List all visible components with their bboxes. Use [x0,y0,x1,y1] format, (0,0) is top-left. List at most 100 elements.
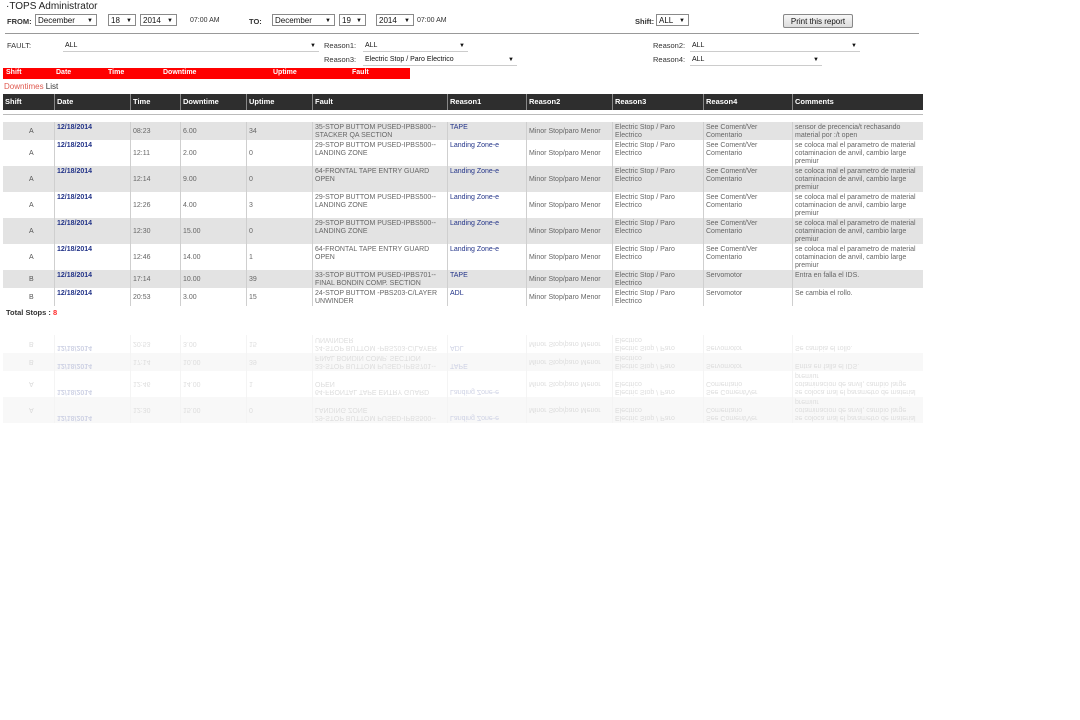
cell-downtime: 10.00 [180,270,246,288]
table-row[interactable]: A 12/18/2014 08:23 6.00 34 35-STOP BUTTOM PUS… [3,122,923,140]
cell-fault: 33-STOP BUTTOM PUSED-IPBS701--FINAL BOND… [312,270,447,288]
cell-date: 12/18/2014 [54,397,130,423]
cell-downtime: 15.00 [180,218,246,244]
cell-comments: se coloca mal el parametro de material c… [792,166,923,192]
cell-shift: A [29,254,34,261]
table-row[interactable]: B 12/18/2014 20:53 3.00 15 24-STOP BUTTOM -PB… [3,288,923,306]
cell-reason1: Landing Zone-e [447,397,526,423]
cell-reason4: Servomotor [703,288,792,306]
cell-uptime: 15 [246,335,312,353]
chevron-down-icon: ▼ [167,18,173,24]
table-row: A 12/18/2014 12:30 15.00 0 29-STOP BUTTOM PUS… [3,397,923,423]
table-row[interactable]: A 12/18/2014 12:26 4.00 3 29-STOP BUTTOM PUSE… [3,192,923,218]
cell-comments: se coloca mal el parametro de material c… [792,140,923,166]
cell-shift: A [29,150,34,157]
cell-reason3: Electric Stop / Paro Electrico [612,122,703,140]
reason1-select[interactable]: ALL ▼ [363,40,468,52]
downtimes-list-title: Downtimes List [4,82,58,91]
fault-select[interactable]: ALL ▼ [63,40,319,52]
chevron-down-icon: ▼ [404,18,410,24]
cell-downtime: 2.00 [180,140,246,166]
reflection-content: A12/18/201408:236.003435-STOP BUTTOM PUS… [0,323,930,423]
reason2-select[interactable]: ALL ▼ [690,40,860,52]
cell-date: 12/18/2014 [54,244,130,270]
reason4-select[interactable]: ALL ▼ [690,54,822,66]
cell-shift: A [29,380,34,387]
chevron-down-icon: ▼ [87,18,93,24]
cell-reason1[interactable]: TAPE [447,270,526,288]
table-row[interactable]: A 12/18/2014 12:14 9.00 0 64-FRONTAL TAPE ENT… [3,166,923,192]
from-month-select[interactable]: December ▼ [35,14,97,26]
fault-value: ALL [65,42,78,49]
reason3-label: Reason3: [324,55,357,64]
cell-reason1[interactable]: Landing Zone-e [447,192,526,218]
cell-reason4: Servomotor [703,270,792,288]
cell-reason4: See Coment/Ver Comentario [703,218,792,244]
cell-downtime: 4.00 [180,192,246,218]
app-title: ·TOPS Administrator [6,1,98,12]
shift-value: ALL [659,16,674,25]
cell-reason1[interactable]: Landing Zone-e [447,244,526,270]
reason4-value: ALL [692,56,705,63]
cell-time: 12:14 [130,166,180,192]
cell-downtime: 15.00 [180,397,246,423]
from-month-value: December [38,16,75,25]
cell-date: 12/18/2014 [54,122,130,140]
chevron-down-icon: ▼ [356,18,362,24]
column-header-date: Date [54,94,130,110]
cell-reason4: See Coment/Ver Comentario [703,122,792,140]
table-row[interactable]: B 12/18/2014 17:14 10.00 39 33-STOP BUTTOM PU… [3,270,923,288]
chevron-down-icon: ▼ [508,57,514,63]
chevron-down-icon: ▼ [679,18,685,24]
reason4-label: Reason4: [653,55,686,64]
cell-reason3: Electric Stop / Paro Electrico [612,166,703,192]
summary-uptime: Uptime [273,69,297,76]
cell-downtime: 3.00 [180,288,246,306]
cell-reason3: Electric Stop / Paro Electrico [612,353,703,371]
cell-reason1[interactable]: Landing Zone-e [447,166,526,192]
cell-date: 12/18/2014 [54,166,130,192]
cell-uptime: 0 [246,397,312,423]
cell-fault: 24-STOP BUTTOM -PBS203-C/LAYER UNWINDER [312,335,447,353]
reason3-select[interactable]: Electric Stop / Paro Electrico ▼ [363,54,517,66]
cell-uptime: 1 [246,244,312,270]
cell-fault: 29-STOP BUTTOM PUSED-IPBS500--LANDING ZO… [312,397,447,423]
cell-uptime: 34 [246,122,312,140]
to-year-select[interactable]: 2014 ▼ [376,14,414,26]
from-year-select[interactable]: 2014 ▼ [140,14,177,26]
shift-label: Shift: [635,17,655,26]
cell-fault: 24-STOP BUTTOM -PBS203-C/LAYER UNWINDER [312,288,447,306]
cell-reason4: See Coment/Ver Comentario [703,166,792,192]
cell-date: 12/18/2014 [54,335,130,353]
to-month-select[interactable]: December ▼ [272,14,335,26]
cell-reason2: Minor Stop/paro Menor [526,335,612,353]
table-row[interactable]: A 12/18/2014 12:46 14.00 1 64-FRONTAL TAPE EN… [3,244,923,270]
cell-uptime: 0 [246,140,312,166]
cell-date: 12/18/2014 [54,353,130,371]
cell-reason3: Electric Stop / Paro Electrico [612,244,703,270]
to-day-select[interactable]: 19 ▼ [339,14,366,26]
table-row[interactable]: A 12/18/2014 12:30 15.00 0 29-STOP BUTTOM PUS… [3,218,923,244]
cell-uptime: 39 [246,270,312,288]
shift-select[interactable]: ALL ▼ [656,14,689,26]
summary-fault: Fault [352,69,369,76]
cell-shift: A [29,128,34,135]
cell-time: 12:30 [130,218,180,244]
cell-shift: B [29,276,34,283]
cell-reason2: Minor Stop/paro Menor [526,166,612,192]
cell-fault: 33-STOP BUTTOM PUSED-IPBS701--FINAL BOND… [312,353,447,371]
cell-reason4: Servomotor [703,353,792,371]
total-stops: Total Stops : 8 [6,308,57,317]
reflection-area: A12/18/201408:236.003435-STOP BUTTOM PUS… [0,323,930,423]
cell-reason1[interactable]: TAPE [447,122,526,140]
cell-reason1[interactable]: Landing Zone-e [447,140,526,166]
cell-reason2: Minor Stop/paro Menor [526,122,612,140]
table-row[interactable]: A 12/18/2014 12:11 2.00 0 29-STOP BUTTOM PUSE… [3,140,923,166]
from-day-select[interactable]: 18 ▼ [108,14,136,26]
summary-downtime: Downtime [163,69,197,76]
cell-time: 17:14 [130,353,180,371]
reason1-value: ALL [365,42,378,49]
cell-reason1[interactable]: ADL [447,288,526,306]
print-report-button[interactable]: Print this report [783,14,853,28]
cell-reason1[interactable]: Landing Zone-e [447,218,526,244]
